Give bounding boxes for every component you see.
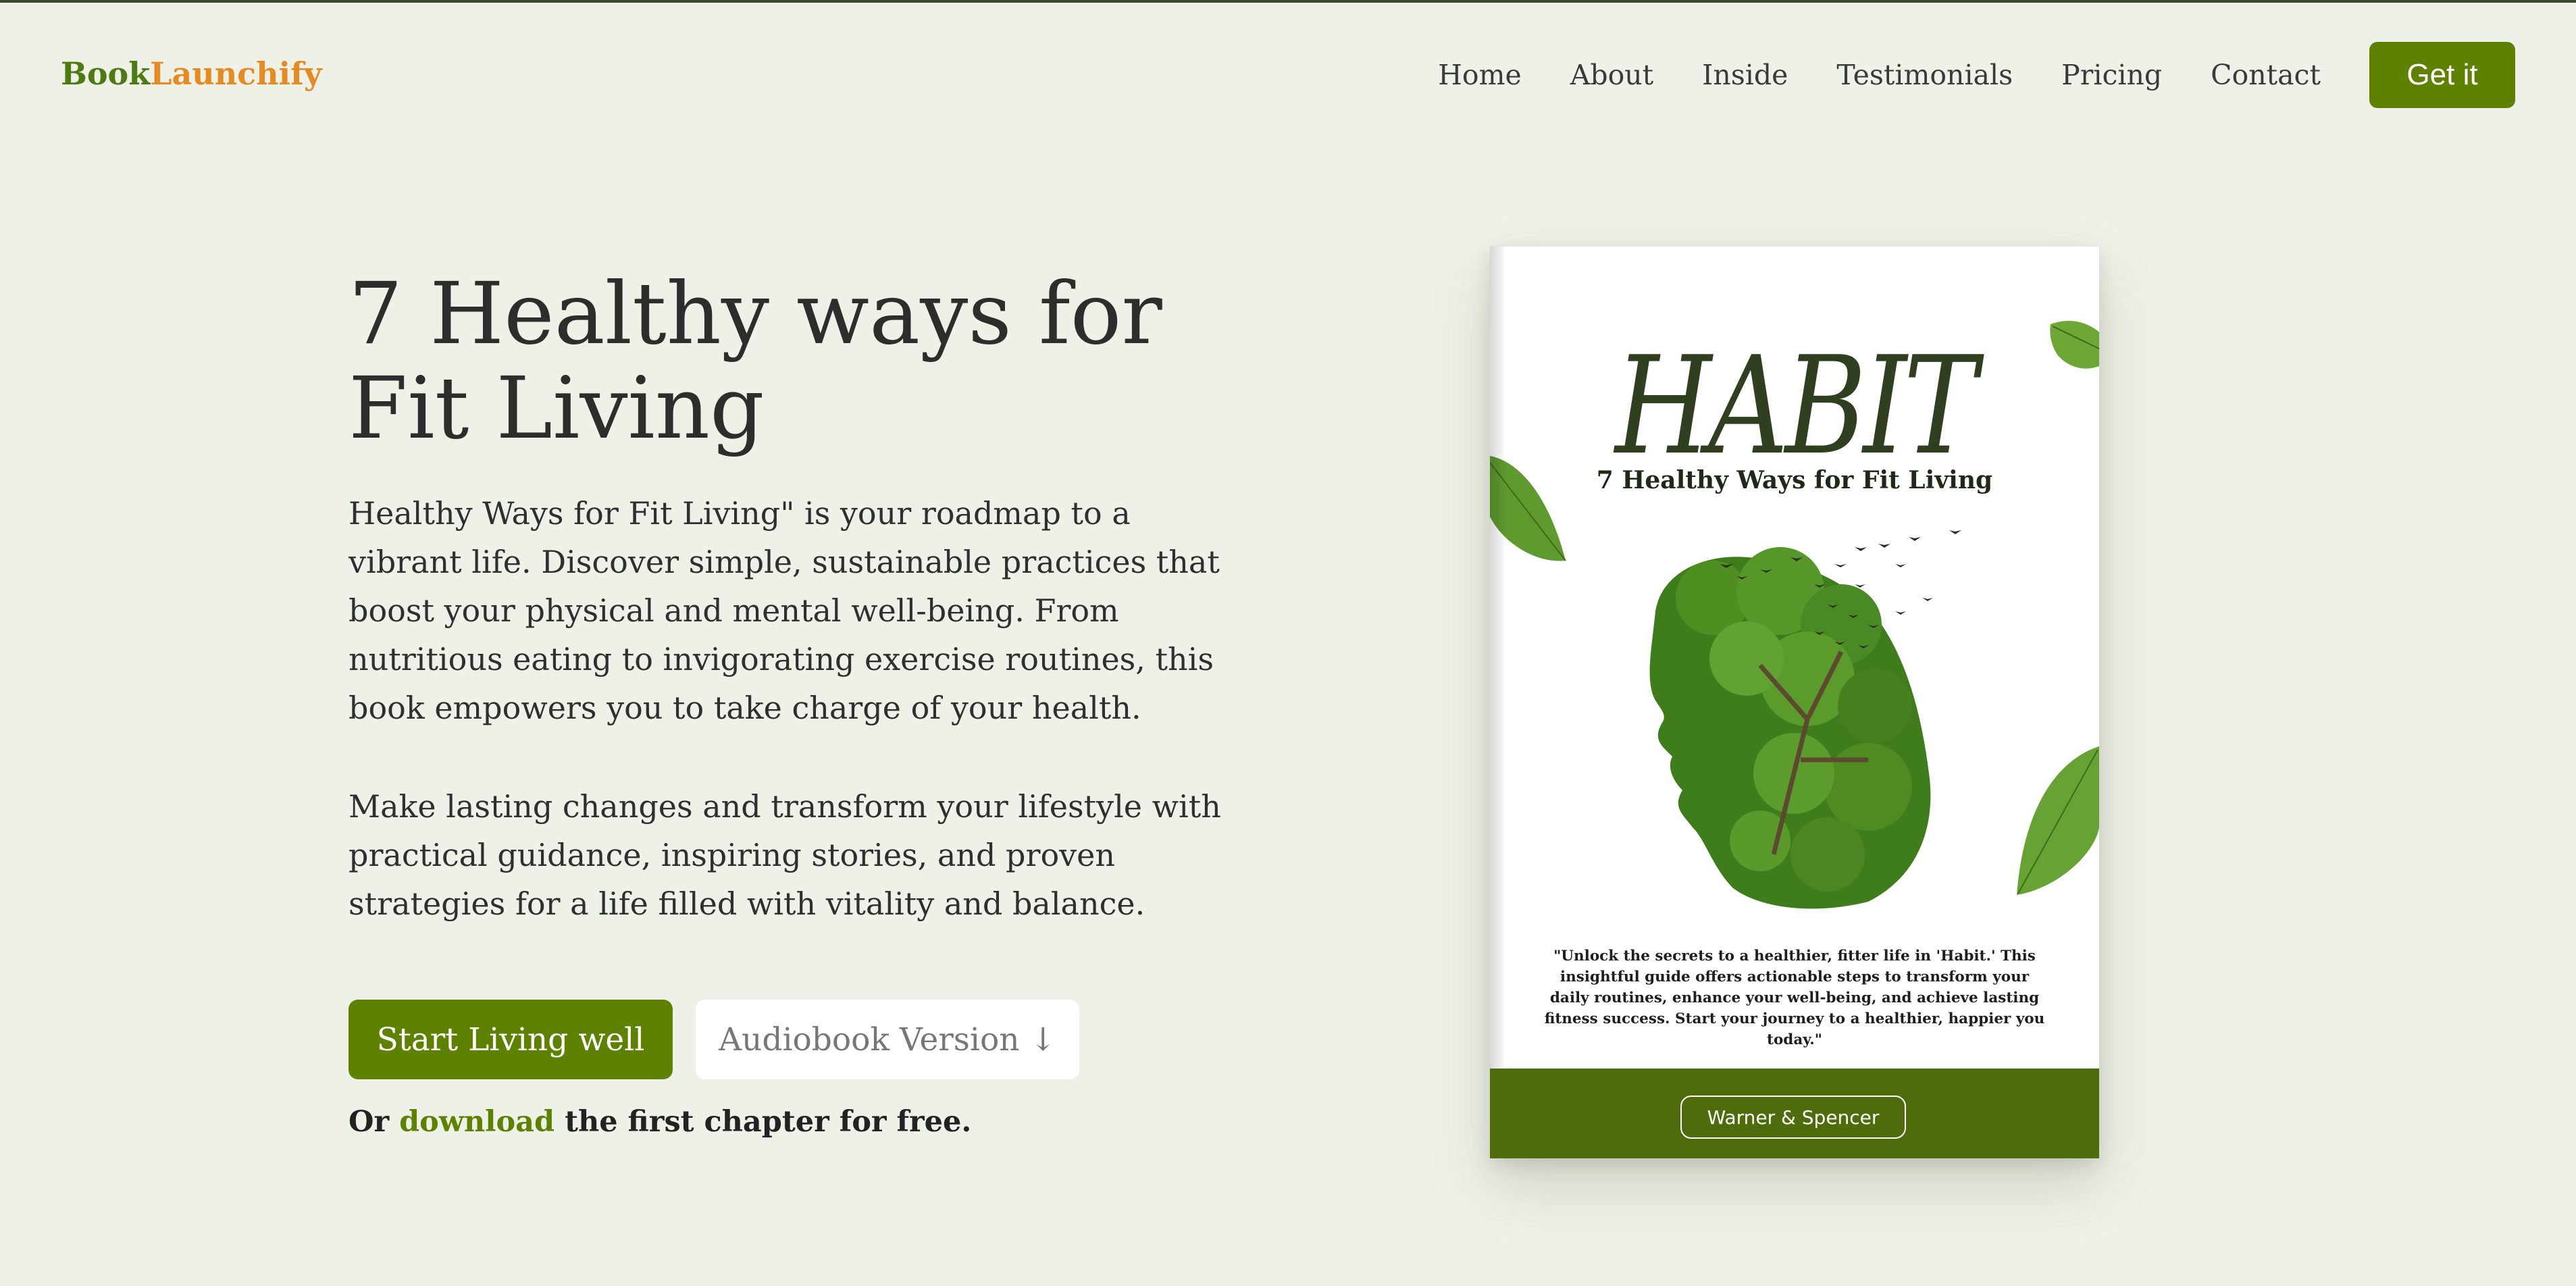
- book-spine-shadow: [1490, 247, 1505, 1158]
- tree-head-silhouette: [1649, 547, 1931, 909]
- hero-paragraph-2: Make lasting changes and transform your …: [349, 788, 1221, 922]
- leaf-bottom-right: [2017, 746, 2099, 895]
- hero-title: 7 Healthy ways for Fit Living: [349, 264, 1162, 458]
- get-it-button[interactable]: Get it: [2369, 42, 2515, 108]
- download-suffix: the first chapter for free.: [565, 1105, 972, 1139]
- brand-logo[interactable]: BookLaunchify: [61, 55, 322, 92]
- nav-pricing[interactable]: Pricing: [2061, 59, 2162, 91]
- nav-inside[interactable]: Inside: [1702, 59, 1788, 91]
- nav-about[interactable]: About: [1570, 59, 1653, 91]
- hero-paragraph-1: Healthy Ways for Fit Living" is your roa…: [349, 495, 1220, 726]
- top-border: [0, 0, 2576, 3]
- leaf-top-right: [2050, 321, 2099, 369]
- book-subtitle: 7 Healthy Ways for Fit Living: [1596, 466, 1993, 494]
- brand-logo-part1: Book: [61, 55, 151, 92]
- nav-home[interactable]: Home: [1438, 59, 1522, 91]
- download-prefix: Or: [349, 1105, 390, 1139]
- audiobook-button[interactable]: Audiobook Version ↓: [696, 1000, 1079, 1079]
- book-publisher: Warner & Spencer: [1680, 1096, 1906, 1139]
- brand-logo-part2: Launchify: [150, 55, 322, 92]
- nav-contact[interactable]: Contact: [2211, 59, 2321, 91]
- main-nav: Home About Inside Testimonials Pricing C…: [1389, 42, 2515, 108]
- download-link[interactable]: download: [399, 1105, 555, 1139]
- download-line: Or download the first chapter for free.: [349, 1105, 971, 1139]
- start-living-button[interactable]: Start Living well: [349, 1000, 673, 1079]
- book-cover: HABIT 7 Healthy Ways for Fit Living "Unl…: [1490, 247, 2099, 1158]
- book-quote: "Unlock the secrets to a healthier, fitt…: [1544, 948, 2045, 1048]
- nav-testimonials[interactable]: Testimonials: [1836, 59, 2013, 91]
- book-title: HABIT: [1615, 328, 1977, 485]
